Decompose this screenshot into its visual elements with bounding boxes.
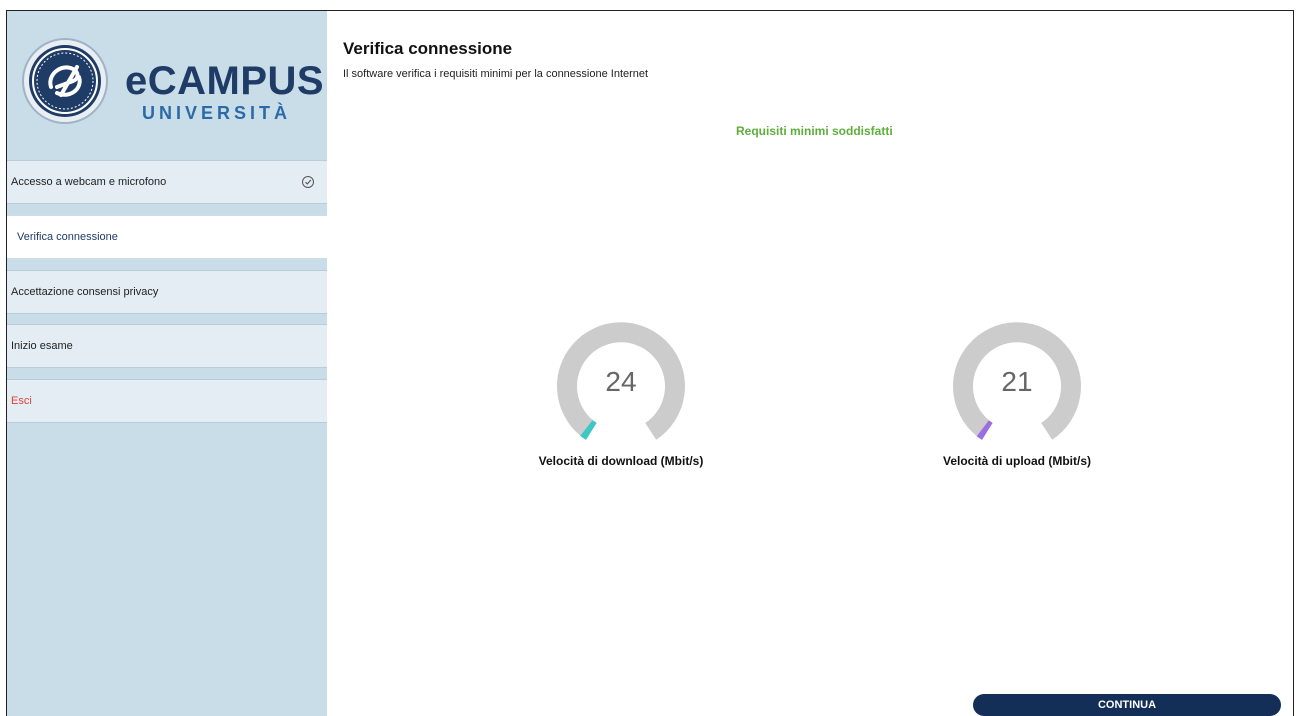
status-message: Requisiti minimi soddisfatti (736, 124, 893, 138)
page-title: Verifica connessione (343, 39, 513, 58)
download-speed-value: 24 (605, 366, 637, 397)
download-gauge: 24 Velocità di download (Mbit/s) (511, 316, 731, 476)
ecampus-seal-icon (22, 38, 108, 124)
sidebar: eCAMPUS UNIVERSITÀ Accesso a webcam e mi… (7, 11, 327, 716)
sidebar-item-exam-start[interactable]: Inizio esame (7, 324, 327, 368)
brand-subtitle: UNIVERSITÀ (142, 103, 292, 123)
sidebar-item-label: Accettazione consensi privacy (11, 286, 159, 298)
check-circle-icon (302, 176, 314, 188)
sidebar-item-privacy[interactable]: Accettazione consensi privacy (7, 270, 327, 314)
page-subtitle: Il software verifica i requisiti minimi … (343, 68, 649, 80)
brand-name: eCAMPUS (125, 59, 325, 103)
sidebar-item-webcam[interactable]: Accesso a webcam e microfono (7, 160, 327, 204)
sidebar-item-label: Inizio esame (11, 340, 73, 352)
upload-speed-value: 21 (1001, 366, 1033, 397)
sidebar-item-exit[interactable]: Esci (7, 379, 327, 423)
continue-button[interactable]: CONTINUA (973, 694, 1281, 716)
brand-logo: eCAMPUS UNIVERSITÀ (7, 11, 327, 159)
upload-speed-label: Velocità di upload (Mbit/s) (942, 454, 1091, 468)
sidebar-item-label: Esci (11, 395, 32, 407)
upload-gauge: 21 Velocità di upload (Mbit/s) (907, 316, 1127, 476)
main-panel: Verifica connessione Il software verific… (327, 11, 1293, 716)
sidebar-item-label: Accesso a webcam e microfono (11, 176, 167, 188)
sidebar-item-label: Verifica connessione (17, 231, 118, 243)
download-speed-label: Velocità di download (Mbit/s) (538, 454, 704, 468)
sidebar-item-connection[interactable]: Verifica connessione (7, 215, 327, 259)
